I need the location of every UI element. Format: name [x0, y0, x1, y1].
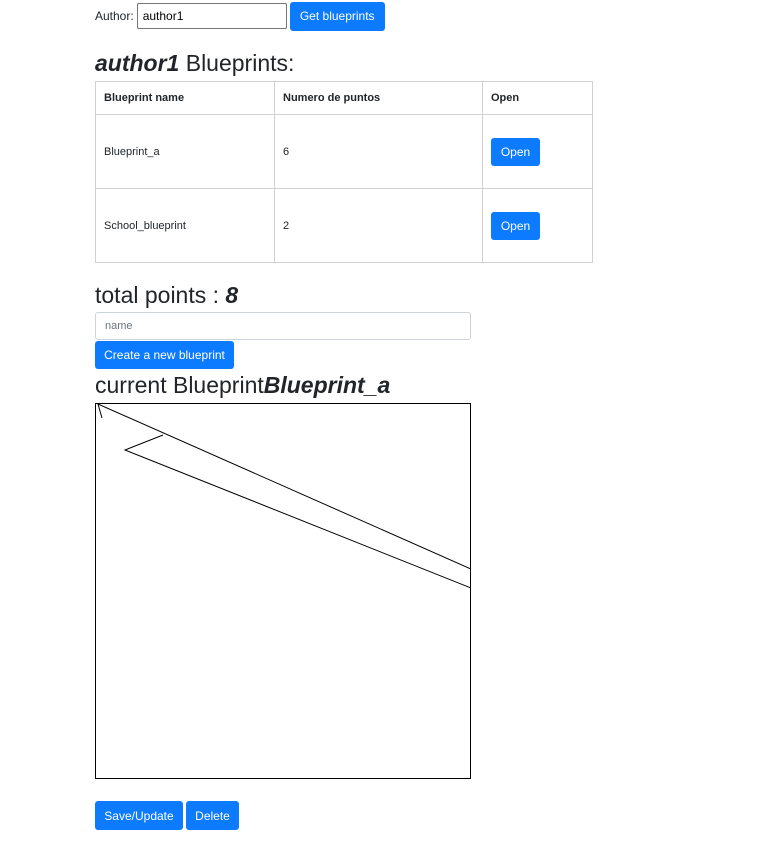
author-form: Author: Get blueprints: [95, 1, 385, 31]
open-blueprint-button[interactable]: Open: [491, 211, 540, 240]
author-label: Author:: [95, 9, 134, 23]
open-cell: Open: [482, 114, 593, 189]
delete-button[interactable]: Delete: [186, 801, 239, 830]
open-blueprint-button[interactable]: Open: [491, 137, 540, 166]
total-points-value: 8: [225, 282, 239, 308]
blueprints-heading: author1 Blueprints:: [95, 50, 294, 77]
open-cell: Open: [482, 188, 593, 263]
blueprint-name-cell: Blueprint_a: [95, 114, 275, 189]
current-blueprint-heading: current BlueprintBlueprint_a: [95, 372, 390, 399]
author-input[interactable]: [136, 3, 287, 29]
column-header-name: Blueprint name: [95, 81, 275, 115]
table-row: Blueprint_a 6 Open: [95, 114, 593, 189]
blueprint-name-input[interactable]: [95, 312, 471, 340]
table-header-row: Blueprint name Numero de puntos Open: [95, 81, 593, 115]
blueprint-canvas[interactable]: [95, 403, 472, 779]
current-blueprint-name: Blueprint_a: [263, 372, 391, 398]
canvas-border: [95, 403, 471, 779]
column-header-open: Open: [482, 81, 593, 115]
get-blueprints-button[interactable]: Get blueprints: [289, 1, 385, 31]
heading-suffix: Blueprints:: [179, 50, 295, 76]
total-points-heading: total points : 8: [95, 282, 238, 309]
create-blueprint-button[interactable]: Create a new blueprint: [95, 341, 234, 369]
blueprint-points-cell: 6: [274, 114, 483, 189]
save-update-button[interactable]: Save/Update: [95, 801, 183, 830]
total-points-label: total points :: [95, 282, 226, 308]
blueprints-table: Blueprint name Numero de puntos Open Blu…: [95, 81, 593, 263]
blueprint-drawing: [95, 403, 472, 779]
table-row: School_blueprint 2 Open: [95, 188, 593, 263]
blueprint-points-cell: 2: [274, 188, 483, 263]
current-blueprint-label: current Blueprint: [95, 372, 264, 398]
blueprint-name-cell: School_blueprint: [95, 188, 275, 263]
column-header-points: Numero de puntos: [274, 81, 483, 115]
heading-author-name: author1: [95, 50, 180, 76]
